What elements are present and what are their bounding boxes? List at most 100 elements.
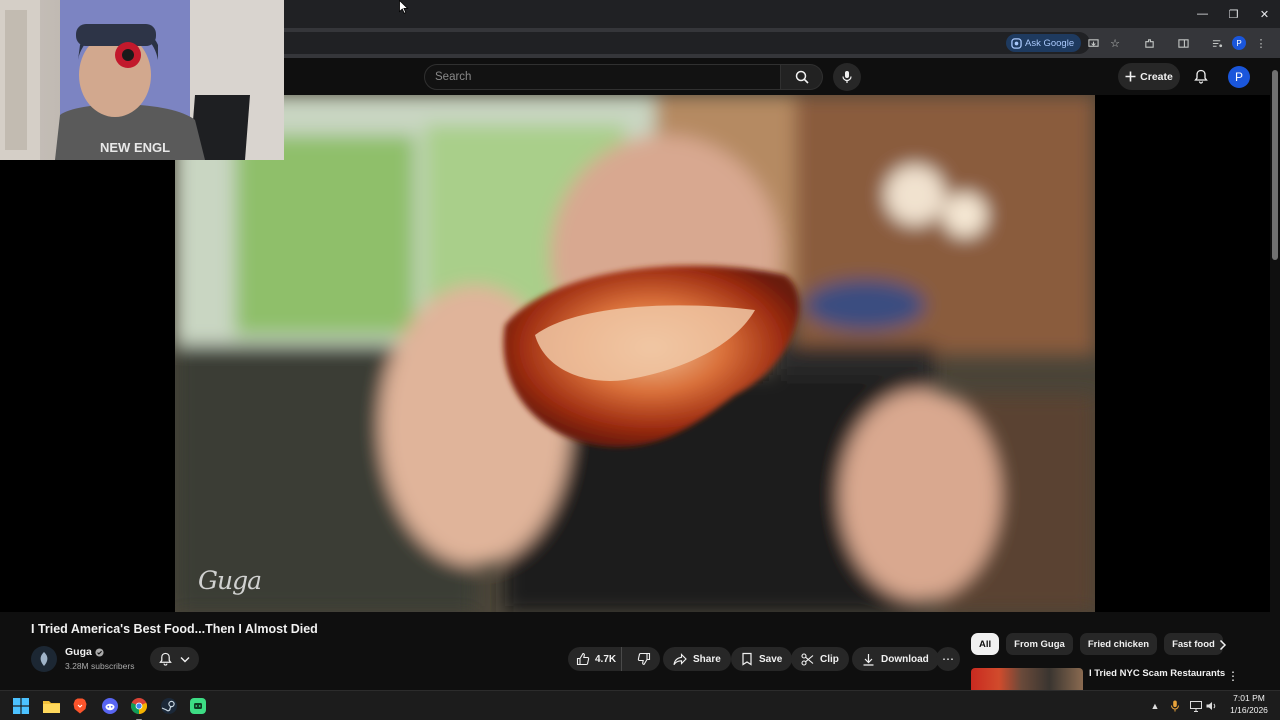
video-frame xyxy=(175,95,1095,612)
like-icon xyxy=(576,652,590,666)
channel-name[interactable]: Guga xyxy=(65,646,104,658)
page-scrollbar[interactable] xyxy=(1270,58,1280,690)
like-dislike-group: 4.7K xyxy=(568,647,660,671)
chip-from-guga[interactable]: From Guga xyxy=(1006,633,1073,655)
save-icon xyxy=(742,652,752,666)
android-studio-app[interactable] xyxy=(187,695,209,717)
screen: — ❐ ✕ Ask Google ☆ P ⋮ Search Create P G… xyxy=(0,0,1280,720)
discord-app[interactable] xyxy=(99,695,121,717)
search-button[interactable] xyxy=(781,64,823,90)
mic-icon xyxy=(842,71,852,83)
start-button[interactable] xyxy=(10,695,32,717)
subscriber-count: 3.28M subscribers xyxy=(65,661,135,671)
chevron-right-icon xyxy=(1219,639,1227,651)
google-lens-icon xyxy=(1011,37,1022,49)
window-controls: — ❐ ✕ xyxy=(1187,0,1280,28)
file-explorer-app[interactable] xyxy=(40,695,62,717)
clip-icon xyxy=(801,652,814,666)
player-letterbox-right xyxy=(1095,95,1270,612)
close-icon[interactable]: ✕ xyxy=(1249,0,1280,28)
more-icon: ⋯ xyxy=(942,652,954,666)
chip-fried-chicken[interactable]: Fried chicken xyxy=(1079,633,1158,655)
restore-icon[interactable]: ❐ xyxy=(1218,0,1249,28)
player-letterbox-left xyxy=(0,160,175,612)
more-actions-button[interactable]: ⋯ xyxy=(936,647,960,671)
recommended-video-title[interactable]: I Tried NYC Scam Restaurants xyxy=(1089,668,1225,679)
download-icon xyxy=(863,653,874,666)
brave-lion-icon xyxy=(73,698,87,714)
save-label: Save xyxy=(759,653,783,665)
ask-google-label: Ask Google xyxy=(1025,37,1075,49)
chip-all[interactable]: All xyxy=(971,633,1000,655)
taskbar-clock[interactable]: 7:01 PM 1/16/2026 xyxy=(1222,692,1276,716)
plus-icon xyxy=(1125,71,1136,82)
discord-icon xyxy=(102,698,118,714)
chevron-down-icon xyxy=(180,656,190,662)
windows-taskbar: ▲ xyxy=(0,690,1280,720)
mic-tray-icon[interactable] xyxy=(1170,700,1180,712)
like-button[interactable]: 4.7K xyxy=(568,647,623,671)
download-button[interactable]: Download xyxy=(852,647,939,671)
video-title: I Tried America's Best Food...Then I Alm… xyxy=(31,622,318,636)
channel-watermark: Guga xyxy=(198,566,262,595)
like-count: 4.7K xyxy=(595,653,617,665)
related-filter-chips: All From Guga Fried chicken Fast food xyxy=(971,633,1223,655)
svg-text:NEW ENGL: NEW ENGL xyxy=(100,140,170,155)
mouse-cursor-icon xyxy=(399,0,409,14)
bell-icon xyxy=(159,652,172,666)
bookmark-star-icon[interactable]: ☆ xyxy=(1104,33,1126,53)
notifications-button[interactable] xyxy=(1189,64,1213,88)
dislike-button[interactable] xyxy=(628,647,660,671)
chrome-app[interactable] xyxy=(128,695,150,720)
steam-app[interactable] xyxy=(158,695,180,717)
channel-logo-icon xyxy=(40,652,48,666)
install-app-icon[interactable] xyxy=(1082,33,1104,53)
share-icon xyxy=(673,652,687,665)
clip-label: Clip xyxy=(820,653,839,665)
ask-google-button[interactable]: Ask Google xyxy=(1006,34,1082,52)
channel-name-text: Guga xyxy=(65,646,92,658)
create-label: Create xyxy=(1140,70,1173,83)
search-input[interactable] xyxy=(425,65,780,89)
subscription-notifications-button[interactable] xyxy=(150,647,199,671)
scrollbar-thumb[interactable] xyxy=(1272,70,1278,260)
side-panel-icon[interactable] xyxy=(1172,33,1194,53)
toolbar-icons: ☆ P ⋮ xyxy=(1082,33,1272,53)
media-controls-icon[interactable] xyxy=(1206,33,1228,53)
bell-icon xyxy=(1194,69,1208,84)
account-avatar[interactable]: P xyxy=(1228,66,1250,88)
folder-icon xyxy=(42,701,60,713)
chevron-up-icon[interactable]: ▲ xyxy=(1148,701,1162,711)
recommended-video-thumbnail[interactable] xyxy=(971,668,1083,690)
webcam-overlay: NEW ENGL xyxy=(0,0,284,160)
clip-button[interactable]: Clip xyxy=(791,647,849,671)
windows-logo-icon xyxy=(13,698,29,714)
save-button[interactable]: Save xyxy=(731,647,793,671)
video-player[interactable] xyxy=(175,95,1095,612)
minimize-icon[interactable]: — xyxy=(1187,0,1218,28)
verified-icon xyxy=(95,647,104,657)
dislike-icon xyxy=(638,652,651,666)
voice-search-button[interactable] xyxy=(833,63,861,91)
recommended-video-menu[interactable]: ⋮ xyxy=(1226,667,1240,685)
steam-icon xyxy=(161,698,177,714)
browser-menu-icon[interactable]: ⋮ xyxy=(1250,33,1272,53)
search-box xyxy=(424,64,781,90)
brave-browser-app[interactable] xyxy=(69,695,91,717)
share-button[interactable]: Share xyxy=(663,647,731,671)
channel-avatar[interactable] xyxy=(31,646,57,672)
volume-icon[interactable] xyxy=(1206,701,1217,711)
create-button[interactable]: Create xyxy=(1118,63,1180,90)
network-icon[interactable] xyxy=(1190,700,1202,712)
clock-date: 1/16/2026 xyxy=(1230,705,1268,715)
chips-next-button[interactable] xyxy=(1212,634,1234,656)
extensions-icon[interactable] xyxy=(1138,33,1160,53)
profile-avatar-small[interactable]: P xyxy=(1232,36,1246,50)
webcam-frame: NEW ENGL xyxy=(0,0,284,160)
android-app-icon xyxy=(190,698,206,714)
share-label: Share xyxy=(693,653,721,665)
chrome-icon xyxy=(131,698,147,714)
